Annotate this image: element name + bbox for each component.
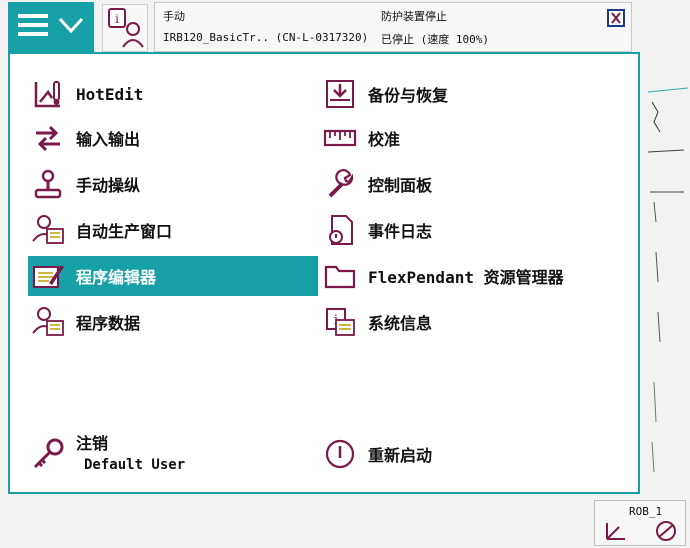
menu-item-program-data[interactable]: 程序数据 xyxy=(28,302,318,342)
hotedit-icon xyxy=(28,74,68,114)
joystick-icon xyxy=(28,164,68,204)
menu-item-label: 控制面板 xyxy=(368,176,433,195)
disabled-increment-icon xyxy=(653,519,679,547)
svg-text:i: i xyxy=(115,12,119,26)
safety-state: 防护装置停止 xyxy=(381,10,447,23)
menu-item-label: 程序数据 xyxy=(76,314,141,333)
menu-item-calibration[interactable]: 校准 xyxy=(320,118,620,158)
close-window-icon[interactable] xyxy=(607,9,625,30)
menu-item-event-log[interactable]: 事件日志 xyxy=(320,210,620,250)
menu-item-control-panel[interactable]: 控制面板 xyxy=(320,164,620,204)
menu-item-label: HotEdit xyxy=(76,84,144,104)
current-user: Default User xyxy=(84,457,186,473)
program-editor-icon xyxy=(28,256,68,296)
menu-item-label: 手动操纵 xyxy=(76,176,141,195)
menu-item-jogging[interactable]: 手动操纵 xyxy=(28,164,318,204)
menu-item-label: 事件日志 xyxy=(368,222,433,241)
logout-label: 注销 xyxy=(76,434,109,453)
wrench-icon xyxy=(320,164,360,204)
operating-mode: 手动 xyxy=(163,10,185,23)
key-icon xyxy=(28,434,68,474)
coordinate-axes-icon xyxy=(603,517,631,547)
folder-icon xyxy=(320,256,360,296)
event-log-icon xyxy=(320,210,360,250)
logout-button[interactable]: 注销 Default User xyxy=(28,430,318,478)
menu-item-system-info[interactable]: i 系统信息 xyxy=(320,302,620,342)
menu-item-label: 校准 xyxy=(368,130,401,149)
menu-item-io[interactable]: 输入输出 xyxy=(28,118,318,158)
main-menu-panel: HotEdit 输入输出 手动操纵 自动生产窗口 程序编辑器 程序数据 备份与恢… xyxy=(8,52,640,494)
menu-item-flexpendant-explorer[interactable]: FlexPendant 资源管理器 xyxy=(320,256,620,296)
status-bar: 手动 IRB120_BasicTr.. (CN-L-0317320) 防护装置停… xyxy=(154,2,632,52)
menu-item-program-editor[interactable]: 程序编辑器 xyxy=(28,256,318,296)
menu-item-label: 备份与恢复 xyxy=(368,86,449,105)
menu-item-label: 程序编辑器 xyxy=(76,268,157,287)
menu-item-backup-restore[interactable]: 备份与恢复 xyxy=(320,74,620,114)
controller-name: IRB120_BasicTr.. (CN-L-0317320) xyxy=(163,31,369,44)
menu-item-hotedit[interactable]: HotEdit xyxy=(28,74,318,114)
menu-item-label: 自动生产窗口 xyxy=(76,222,173,241)
menu-item-label: 重新启动 xyxy=(368,446,433,465)
backup-restore-icon xyxy=(320,74,360,114)
menu-item-label: 输入输出 xyxy=(76,130,141,149)
menu-item-label: FlexPendant 资源管理器 xyxy=(368,268,564,287)
background-sketch xyxy=(644,52,690,492)
mechanical-unit-button[interactable]: ROB_1 xyxy=(594,500,686,546)
hamburger-icon xyxy=(18,13,48,41)
system-info-icon: i xyxy=(320,302,360,342)
mechanical-unit-label: ROB_1 xyxy=(629,505,663,518)
calibration-icon xyxy=(320,118,360,158)
power-icon xyxy=(320,434,360,474)
info-button[interactable]: i xyxy=(102,4,148,52)
main-menu-button[interactable] xyxy=(8,2,94,52)
program-data-icon xyxy=(28,302,68,342)
menu-item-label: 系统信息 xyxy=(368,314,433,333)
restart-button[interactable]: 重新启动 xyxy=(320,434,620,474)
menu-item-production-window[interactable]: 自动生产窗口 xyxy=(28,210,318,250)
io-icon xyxy=(28,118,68,158)
program-state: 已停止 (速度 100%) xyxy=(381,33,489,46)
chevron-down-icon xyxy=(58,17,84,37)
production-window-icon xyxy=(28,210,68,250)
